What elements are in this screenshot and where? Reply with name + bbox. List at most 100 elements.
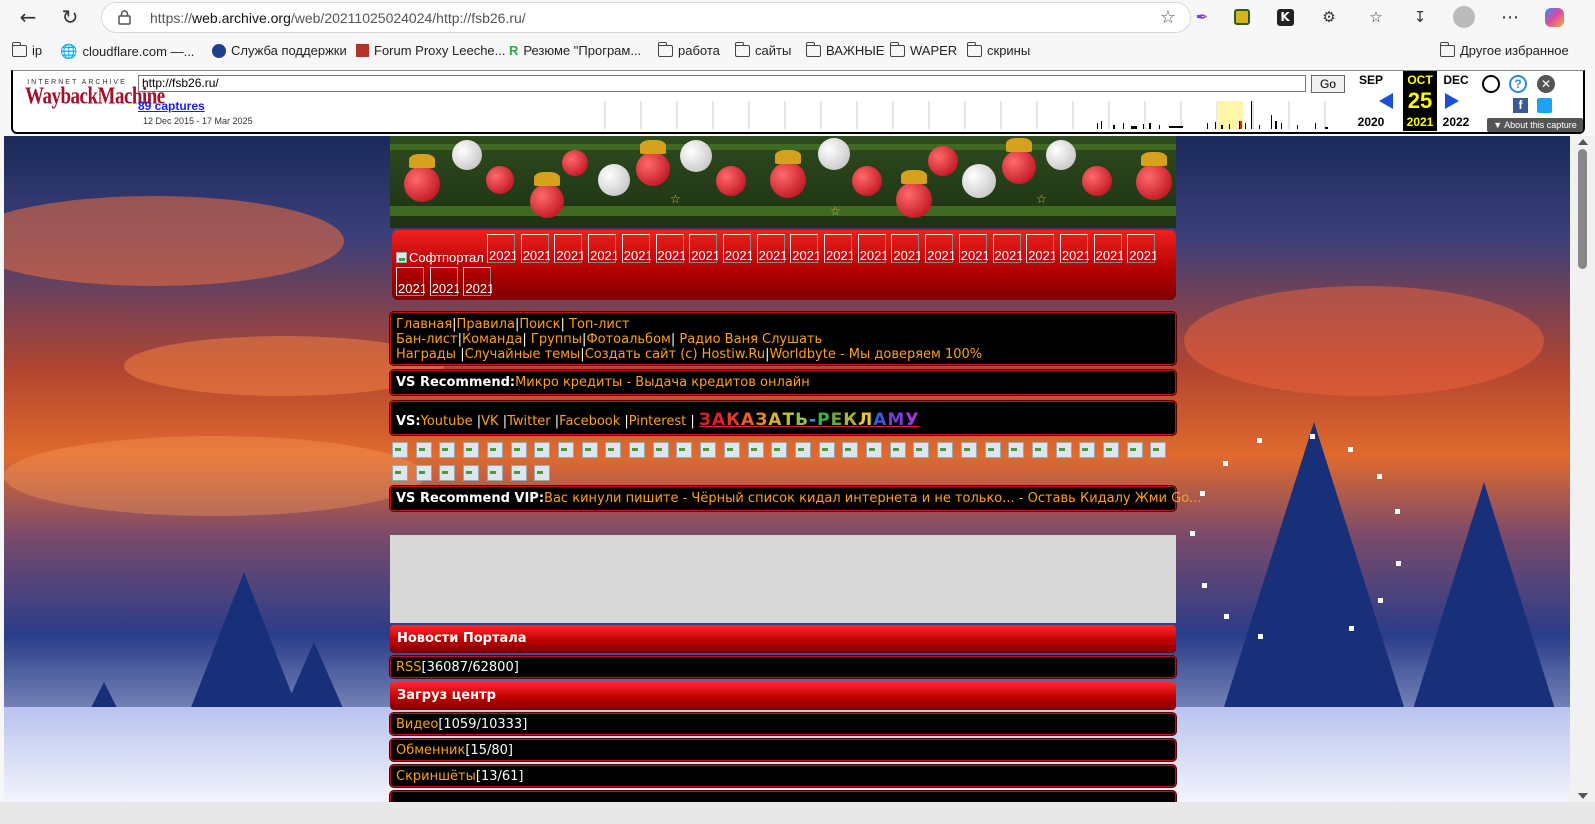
broken-partner-icon[interactable] xyxy=(676,442,693,458)
broken-partner-icon[interactable] xyxy=(1103,442,1119,458)
prev-year[interactable]: 2020 xyxy=(1353,115,1389,129)
facebook-icon[interactable]: f xyxy=(1513,98,1528,113)
bookmark-resume[interactable]: R Резюме "Програм... xyxy=(509,43,641,58)
bookmark-folder-important[interactable]: ВАЖНЫЕ xyxy=(805,41,884,58)
nav-photoalbum-link[interactable]: Фотоальбом xyxy=(586,332,670,347)
broken-partner-icon[interactable] xyxy=(723,442,740,458)
wayback-logo[interactable]: INTERNET ARCHIVE WaybackMachine xyxy=(25,79,165,123)
broken-partner-icon[interactable] xyxy=(510,465,527,481)
broken-banner-image[interactable]: 2021 xyxy=(689,234,718,263)
extensions-puzzle-icon[interactable]: ⚙ xyxy=(1317,5,1341,29)
broken-banner-image[interactable]: 2021 xyxy=(790,234,819,263)
pen-extension-icon[interactable]: ✒ xyxy=(1190,5,1214,29)
nav-team-link[interactable]: Команда xyxy=(462,332,522,347)
broken-partner-icon[interactable] xyxy=(747,442,764,458)
broken-partner-icon[interactable] xyxy=(1031,442,1048,458)
broken-partner-icon[interactable] xyxy=(463,442,480,458)
broken-partner-icon[interactable] xyxy=(439,442,456,458)
nav-banlist-link[interactable]: Бан-лист xyxy=(396,332,458,347)
broken-partner-icon[interactable] xyxy=(913,442,930,458)
close-icon[interactable]: ✕ xyxy=(1537,75,1555,93)
broken-banner-image[interactable]: 2021 xyxy=(520,234,550,263)
video-link[interactable]: Видео xyxy=(396,717,438,732)
broken-banner-image[interactable]: 2021 xyxy=(655,234,685,263)
broken-banner-image[interactable]: 2021 xyxy=(756,234,786,263)
broken-partner-icon[interactable] xyxy=(1150,442,1167,458)
broken-partner-icon[interactable] xyxy=(415,442,432,458)
broken-partner-icon[interactable] xyxy=(937,442,954,458)
help-icon[interactable]: ? xyxy=(1509,75,1527,93)
broken-partner-icon[interactable] xyxy=(557,442,574,458)
broken-banner-image[interactable]: 2021 xyxy=(857,234,887,263)
profile-avatar-icon[interactable] xyxy=(1452,5,1476,29)
bookmark-ip[interactable]: ip xyxy=(11,41,42,58)
broken-partner-icon[interactable] xyxy=(605,442,622,458)
broken-banner-image[interactable]: 2021 xyxy=(722,234,752,263)
bookmark-forum-proxy[interactable]: Forum Proxy Leeche... xyxy=(356,43,506,58)
broken-partner-icon[interactable] xyxy=(581,442,598,458)
bookmark-folder-waper[interactable]: WAPER xyxy=(889,41,957,58)
broken-banner-image[interactable]: 2021 xyxy=(824,234,853,263)
broken-banner-image[interactable]: 2021 xyxy=(621,234,651,263)
favorite-star-icon[interactable]: ☆ xyxy=(1160,7,1176,28)
screens-link[interactable]: Скриншёты xyxy=(396,769,476,784)
broken-partner-icon[interactable] xyxy=(771,442,788,458)
broken-partner-icon[interactable] xyxy=(960,442,977,458)
bookmark-folder-screens[interactable]: скрины xyxy=(966,41,1030,58)
broken-partner-icon[interactable] xyxy=(463,465,480,481)
back-icon[interactable]: ← xyxy=(14,4,42,30)
twitter-icon[interactable] xyxy=(1537,98,1552,113)
go-button[interactable]: Go xyxy=(1311,75,1345,93)
wayback-url-input[interactable]: http://fsb26.ru/ xyxy=(138,75,1306,92)
next-capture-arrow-icon[interactable] xyxy=(1445,93,1459,109)
twitter-link[interactable]: Twitter xyxy=(507,414,551,429)
broken-partner-icon[interactable] xyxy=(486,465,503,481)
broken-partner-icon[interactable] xyxy=(1055,442,1072,458)
k-extension-icon[interactable]: K xyxy=(1273,5,1297,29)
nav-create-site-link[interactable]: Создать сайт (c) Hostiw.Ru xyxy=(585,347,765,362)
broken-banner-image[interactable]: 2021 xyxy=(487,234,516,263)
nav-radio-link[interactable]: Радио Ваня Слушать xyxy=(675,332,822,347)
broken-partner-icon[interactable] xyxy=(1079,442,1096,458)
bookmark-folder-sites[interactable]: сайты xyxy=(734,41,791,58)
broken-partner-icon[interactable] xyxy=(818,442,835,458)
broken-partner-icon[interactable] xyxy=(392,442,408,458)
nav-worldbyte-link[interactable]: Worldbyte - Мы доверяем 100% xyxy=(770,347,983,362)
broken-banner-image[interactable]: 2021 xyxy=(554,234,583,263)
broken-partner-icon[interactable] xyxy=(486,442,503,458)
broken-banner-image[interactable]: 2021 xyxy=(429,267,459,296)
recommend-link[interactable]: Микро кредиты - Выдача кредитов онлайн xyxy=(515,375,810,390)
broken-partner-icon[interactable] xyxy=(629,442,645,458)
broken-banner-image[interactable]: 2021 xyxy=(891,234,920,263)
nav-home-link[interactable]: Главная xyxy=(396,317,452,332)
order-ad-link[interactable]: ЗАКАЗАТЬ-РЕКЛАМУ xyxy=(699,410,920,430)
copilot-icon[interactable] xyxy=(1542,5,1566,29)
reload-icon[interactable]: ↻ xyxy=(56,4,84,30)
page-scrollbar[interactable] xyxy=(1570,136,1595,802)
nav-search-link[interactable]: Поиск xyxy=(519,317,560,332)
more-menu-icon[interactable]: ⋯ xyxy=(1498,5,1522,29)
broken-partner-icon[interactable] xyxy=(439,465,456,481)
prev-month[interactable]: SEP xyxy=(1353,73,1389,87)
broken-banner-image[interactable]: 2021 xyxy=(1059,234,1089,263)
user-account-icon[interactable] xyxy=(1482,75,1500,93)
broken-partner-icon[interactable] xyxy=(842,442,859,458)
about-capture-button[interactable]: ▼ About this capture xyxy=(1487,118,1583,132)
scroll-up-icon[interactable] xyxy=(1578,139,1588,145)
broken-partner-icon[interactable] xyxy=(534,465,551,481)
bookmark-folder-work[interactable]: работа xyxy=(657,41,720,58)
captures-link[interactable]: 89 captures xyxy=(138,99,205,113)
broken-banner-image[interactable]: 2021 xyxy=(1026,234,1055,263)
shield-extension-icon[interactable] xyxy=(1230,5,1254,29)
broken-partner-icon[interactable] xyxy=(1126,442,1143,458)
nav-random-topics-link[interactable]: Случайные темы xyxy=(465,347,581,362)
broken-banner-image[interactable]: 2021 xyxy=(1127,234,1156,263)
nav-rules-link[interactable]: Правила xyxy=(457,317,515,332)
broken-partner-icon[interactable] xyxy=(700,442,717,458)
broken-banner-image[interactable]: 2021 xyxy=(463,267,492,296)
broken-banner-image[interactable]: 2021 xyxy=(396,267,425,296)
broken-banner-image[interactable]: 2021 xyxy=(958,234,988,263)
prev-capture-arrow-icon[interactable] xyxy=(1379,93,1393,109)
download-icon[interactable]: ↧ xyxy=(1408,5,1432,29)
next-year[interactable]: 2022 xyxy=(1438,115,1474,129)
